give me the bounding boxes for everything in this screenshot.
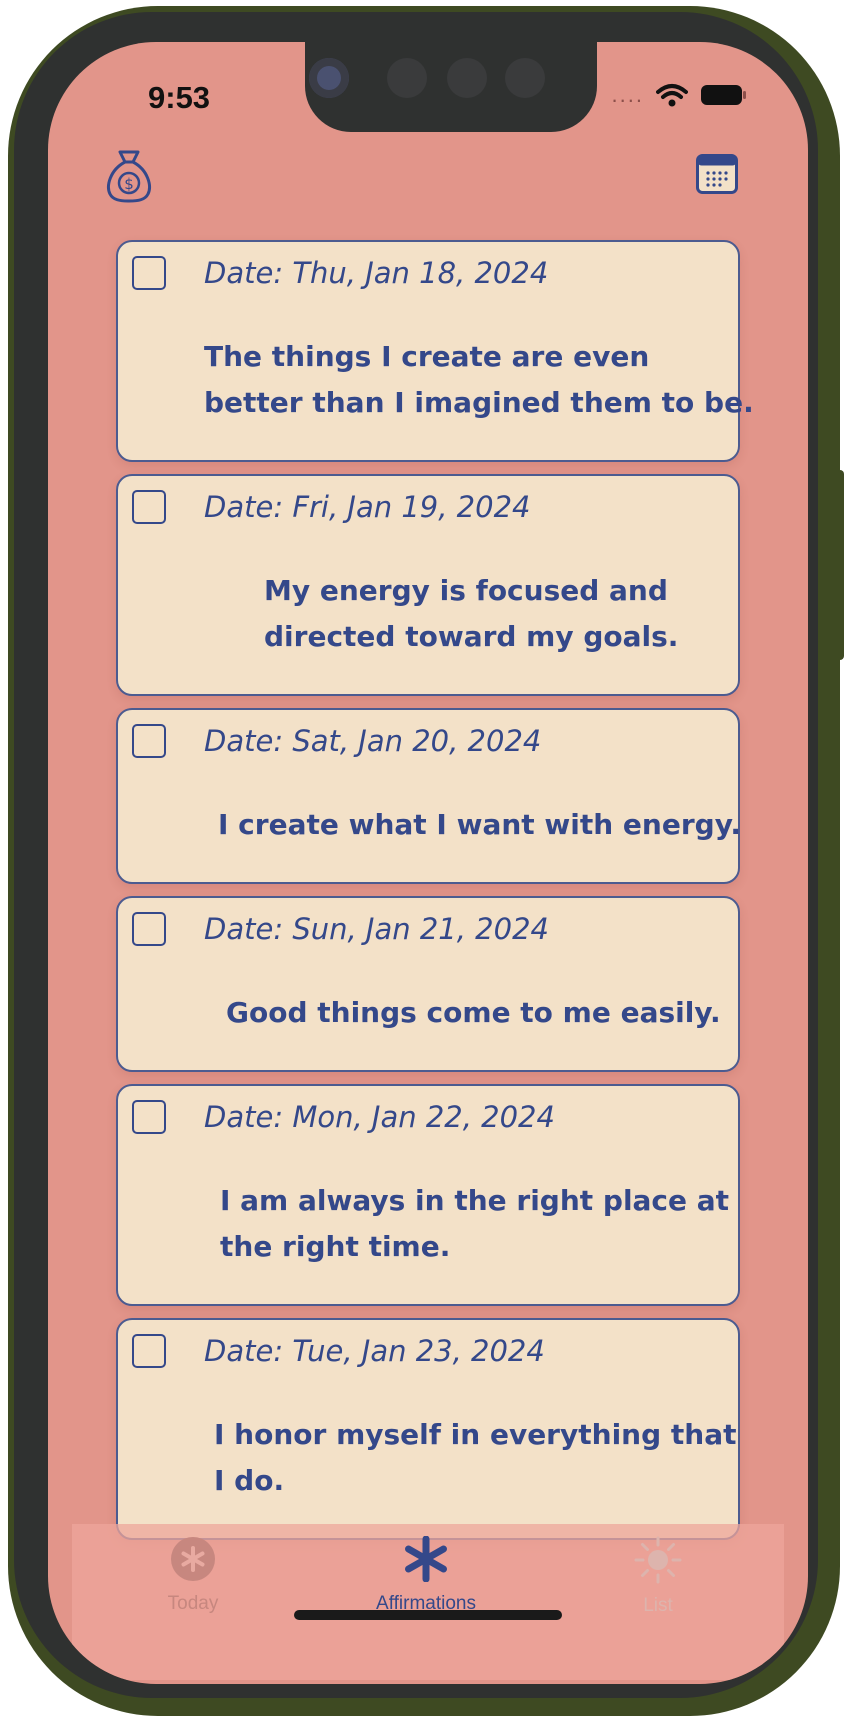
checkbox[interactable] xyxy=(132,912,166,946)
date-prefix: Date: xyxy=(204,490,293,524)
affirmation-text: I create what I want with energy. xyxy=(218,802,741,848)
signal-dots: .... xyxy=(611,82,644,107)
checkbox[interactable] xyxy=(132,1334,166,1368)
tab-list[interactable]: List xyxy=(558,1536,758,1617)
sensor xyxy=(447,58,487,98)
home-indicator[interactable] xyxy=(294,1610,562,1620)
affirmation-line: I am always in the right place at xyxy=(220,1184,730,1217)
affirmation-text: I am always in the right place at the ri… xyxy=(220,1178,729,1270)
asterisk-icon xyxy=(403,1535,449,1587)
affirmation-line: I honor myself in everything that xyxy=(214,1418,737,1451)
date-value: Mon, Jan 22, 2024 xyxy=(292,1100,555,1134)
sensor xyxy=(387,58,427,98)
date-value: Thu, Jan 18, 2024 xyxy=(292,256,549,290)
app-screen: 9:53 .... $ Date: Thu, Jan 18, 2024 The … xyxy=(48,42,808,1684)
affirmation-text: The things I create are even better than… xyxy=(204,334,754,426)
affirmation-line: directed toward my goals. xyxy=(264,620,679,653)
affirmation-card[interactable]: Date: Sun, Jan 21, 2024 Good things come… xyxy=(116,896,740,1072)
checkbox[interactable] xyxy=(132,1100,166,1134)
affirmation-text: I honor myself in everything that I do. xyxy=(214,1412,736,1504)
affirmation-card[interactable]: Date: Tue, Jan 23, 2024 I honor myself i… xyxy=(116,1318,740,1540)
date-prefix: Date: xyxy=(204,1100,293,1134)
affirmation-line: I create what I want with energy. xyxy=(218,808,742,841)
tab-label: List xyxy=(643,1595,673,1616)
affirmation-line: My energy is focused and xyxy=(264,574,668,607)
notch xyxy=(305,42,597,132)
affirmation-line: The things I create are even xyxy=(204,340,650,373)
affirmation-line: I do. xyxy=(214,1464,285,1497)
affirmation-list[interactable]: Date: Thu, Jan 18, 2024 The things I cre… xyxy=(116,240,754,1552)
affirmation-card[interactable]: Date: Thu, Jan 18, 2024 The things I cre… xyxy=(116,240,754,462)
date-value: Sat, Jan 20, 2024 xyxy=(292,724,542,758)
status-icons: .... xyxy=(612,82,748,108)
side-button-right xyxy=(836,470,844,660)
date-prefix: Date: xyxy=(204,256,293,290)
date-value: Sun, Jan 21, 2024 xyxy=(292,912,549,946)
status-time: 9:53 xyxy=(148,80,211,115)
date-value: Fri, Jan 19, 2024 xyxy=(292,490,531,524)
affirmation-text: Good things come to me easily. xyxy=(226,990,721,1036)
money-bag-icon[interactable]: $ xyxy=(104,148,154,209)
affirmation-line: Good things come to me easily. xyxy=(226,996,721,1029)
tab-bar: Today Affirmations List xyxy=(72,1524,784,1680)
affirmation-text: My energy is focused and directed toward… xyxy=(264,568,678,660)
battery-icon xyxy=(700,83,748,107)
sensor xyxy=(505,58,545,98)
date-label: Date: Mon, Jan 22, 2024 xyxy=(204,1100,555,1134)
date-prefix: Date: xyxy=(204,724,293,758)
affirmation-card[interactable]: Date: Sat, Jan 20, 2024 I create what I … xyxy=(116,708,741,884)
calendar-icon[interactable] xyxy=(696,154,738,199)
affirmation-card[interactable]: Date: Mon, Jan 22, 2024 I am always in t… xyxy=(116,1084,740,1306)
affirmation-line: the right time. xyxy=(220,1230,451,1263)
affirmation-line: better than I imagined them to be. xyxy=(204,386,754,419)
date-value: Tue, Jan 23, 2024 xyxy=(292,1334,545,1368)
date-label: Date: Fri, Jan 19, 2024 xyxy=(204,490,530,524)
wifi-icon xyxy=(656,83,688,107)
date-label: Date: Tue, Jan 23, 2024 xyxy=(204,1334,545,1368)
checkbox[interactable] xyxy=(132,490,166,524)
checkbox[interactable] xyxy=(132,724,166,758)
tab-affirmations[interactable]: Affirmations xyxy=(326,1535,526,1615)
date-label: Date: Sun, Jan 21, 2024 xyxy=(204,912,549,946)
sun-icon xyxy=(634,1536,682,1589)
date-label: Date: Thu, Jan 18, 2024 xyxy=(204,256,548,290)
asterisk-circle-icon xyxy=(170,1536,216,1587)
tab-label: Today xyxy=(167,1593,219,1614)
svg-text:$: $ xyxy=(124,175,134,193)
date-prefix: Date: xyxy=(204,912,293,946)
affirmation-card[interactable]: Date: Fri, Jan 19, 2024 My energy is foc… xyxy=(116,474,740,696)
tab-today[interactable]: Today xyxy=(93,1536,293,1615)
checkbox[interactable] xyxy=(132,256,166,290)
camera-lens xyxy=(309,58,349,98)
date-label: Date: Sat, Jan 20, 2024 xyxy=(204,724,541,758)
date-prefix: Date: xyxy=(204,1334,293,1368)
